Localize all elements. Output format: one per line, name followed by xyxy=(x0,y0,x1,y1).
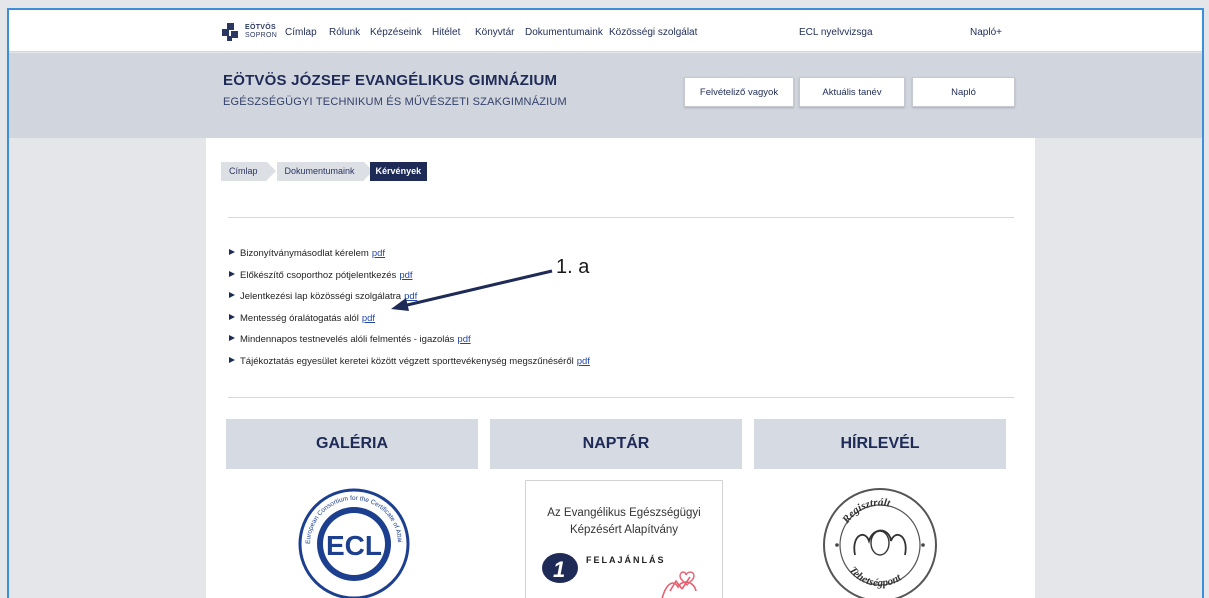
nav-link-kepzeseink[interactable]: Képzéseink xyxy=(370,27,422,38)
logo-text[interactable]: EÖTVÖS SOPRON xyxy=(245,24,277,40)
one-percent-icon: 1 xyxy=(542,553,578,583)
breadcrumb-cimlap[interactable]: Címlap xyxy=(221,162,275,181)
pdf-link[interactable]: pdf xyxy=(577,356,590,367)
felvetelizo-button[interactable]: Felvételiző vagyok xyxy=(684,77,794,107)
divider-top xyxy=(228,217,1014,218)
naptar-panel[interactable]: NAPTÁR xyxy=(490,419,742,469)
bullet-triangle-icon xyxy=(229,292,235,299)
alapitvany-tile[interactable]: Az Evangélikus Egészségügyi Képzésért Al… xyxy=(525,480,723,598)
nav-link-rolunk[interactable]: Rólunk xyxy=(329,27,360,38)
bullet-triangle-icon xyxy=(229,357,235,364)
hand-heart-icon xyxy=(661,571,697,598)
document-label: Előkészítő csoporthoz pótjelentkezés xyxy=(240,270,397,281)
breadcrumb-dokumentumaink[interactable]: Dokumentumaink xyxy=(276,162,373,181)
school-subtitle: EGÉSZSÉGÜGYI TECHNIKUM ÉS MŰVÉSZETI SZAK… xyxy=(223,96,567,108)
pdf-link[interactable]: pdf xyxy=(457,334,470,345)
bullet-triangle-icon xyxy=(229,314,235,321)
annotation-label: 1. a xyxy=(556,256,590,278)
document-item: Mentesség óralátogatás alól pdf xyxy=(229,313,375,324)
document-label: Mentesség óralátogatás alól xyxy=(240,313,359,324)
naplo-button[interactable]: Napló xyxy=(912,77,1015,107)
divider-bottom xyxy=(228,397,1014,398)
nav-link-hitelet[interactable]: Hitélet xyxy=(432,27,460,38)
nav-link-naplo-plus[interactable]: Napló+ xyxy=(970,27,1002,38)
alapitvany-line-2: Képzésért Alapítvány xyxy=(569,524,679,536)
nav-link-kozossegi-szolgalat[interactable]: Közösségi szolgálat xyxy=(609,27,697,38)
document-label: Tájékoztatás egyesület keretei között vé… xyxy=(240,356,574,367)
felajanlas-text: FELAJÁNLÁS xyxy=(586,555,666,565)
header-band xyxy=(9,53,1202,138)
ecl-badge-icon[interactable]: ECL European Consortium for the Certific… xyxy=(298,482,410,598)
document-item: Mindennapos testnevelés alóli felmentés … xyxy=(229,334,471,345)
document-label: Mindennapos testnevelés alóli felmentés … xyxy=(240,334,455,345)
school-logo-icon[interactable] xyxy=(221,22,243,42)
document-item: Bizonyítványmásodlat kérelem pdf xyxy=(229,248,385,259)
top-navbar: EÖTVÖS SOPRON Címlap Rólunk Képzéseink H… xyxy=(9,10,1202,52)
bullet-triangle-icon xyxy=(229,335,235,342)
school-name[interactable]: EÖTVÖS JÓZSEF EVANGÉLIKUS GIMNÁZIUM xyxy=(223,72,557,89)
tehetsegpont-seal-icon[interactable]: Regisztrált Tehetségpont xyxy=(821,483,939,598)
logo-line-1: EÖTVÖS xyxy=(245,24,276,31)
hirlevel-panel[interactable]: HÍRLEVÉL xyxy=(754,419,1006,469)
pdf-link[interactable]: pdf xyxy=(372,248,385,259)
one-percent-text: 1 xyxy=(553,557,565,582)
nav-link-ecl-nyelvvizsga[interactable]: ECL nyelvvizsga xyxy=(799,27,873,38)
breadcrumb-kervenyek: Kérvények xyxy=(369,162,428,181)
document-label: Jelentkezési lap közösségi szolgálatra xyxy=(240,291,402,302)
galeria-panel[interactable]: GALÉRIA xyxy=(226,419,478,469)
pdf-link[interactable]: pdf xyxy=(362,313,375,324)
document-item: Tájékoztatás egyesület keretei között vé… xyxy=(229,356,590,367)
bullet-triangle-icon xyxy=(229,249,235,256)
document-item: Előkészítő csoporthoz pótjelentkezés pdf xyxy=(229,270,413,281)
alapitvany-line-1: Az Evangélikus Egészségügyi xyxy=(547,507,701,519)
annotation-arrow-icon xyxy=(391,269,553,311)
nav-link-cimlap[interactable]: Címlap xyxy=(285,27,317,38)
nav-link-konyvtar[interactable]: Könyvtár xyxy=(475,27,514,38)
nav-link-dokumentumaink[interactable]: Dokumentumaink xyxy=(525,27,603,38)
breadcrumb: Címlap Dokumentumaink Kérvények xyxy=(221,162,437,181)
alapitvany-text: Az Evangélikus Egészségügyi Képzésért Al… xyxy=(526,505,722,539)
document-label: Bizonyítványmásodlat kérelem xyxy=(240,248,369,259)
bullet-triangle-icon xyxy=(229,271,235,278)
browser-frame: EÖTVÖS SOPRON Címlap Rólunk Képzéseink H… xyxy=(7,8,1204,598)
ecl-letters: ECL xyxy=(326,530,382,561)
aktualis-tanev-button[interactable]: Aktuális tanév xyxy=(799,77,905,107)
logo-line-2: SOPRON xyxy=(245,32,278,39)
